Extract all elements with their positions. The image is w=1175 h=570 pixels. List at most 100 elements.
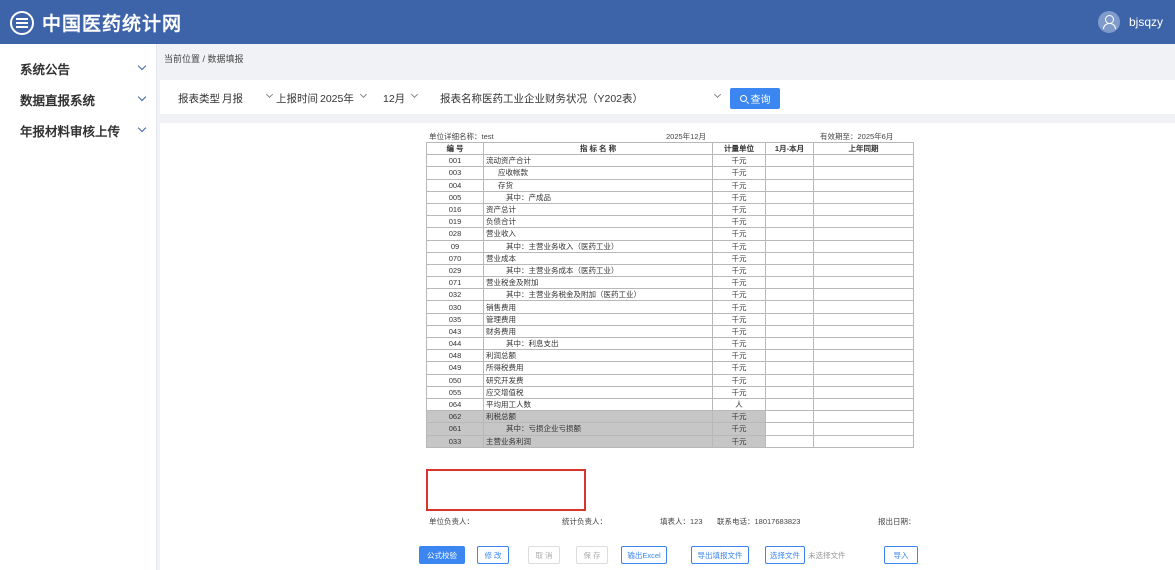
cell-prev-year-input[interactable] [813,349,914,363]
cell-ytd-input[interactable] [765,397,814,412]
cell-unit: 千元 [712,190,766,204]
cell-prev-year-input[interactable] [813,251,914,265]
cell-prev-year-input[interactable] [813,227,914,241]
cell-ytd-input[interactable] [765,154,814,168]
cell-ytd-input[interactable] [765,288,814,302]
import-button[interactable]: 导入 [884,546,918,564]
cell-prev-year-input[interactable] [813,397,914,412]
cell-code: 064 [426,397,484,412]
cell-unit: 千元 [712,349,766,363]
cell-ytd-input[interactable] [765,373,814,387]
cell-prev-year-input[interactable] [813,361,914,375]
cell-indicator-name: 其中：产成品 [483,190,713,204]
cell-prev-year-input[interactable] [813,215,914,229]
cell-ytd-input[interactable] [765,166,814,180]
cell-unit: 千元 [712,312,766,326]
site-logo[interactable]: 中国医药统计网 [10,9,182,36]
query-button[interactable]: 查询 [730,88,780,109]
table-row: 019 负债合计 千元 [426,215,914,229]
table-row: 048 利润总额 千元 [426,349,914,363]
export-excel-button[interactable]: 输出Excel [621,546,667,564]
cell-prev-year-input[interactable] [813,166,914,180]
cell-indicator-name: 销售费用 [483,300,713,314]
cell-prev-year-input[interactable] [813,324,914,339]
cell-prev-year-input[interactable] [813,154,914,168]
report-name-select[interactable]: 医药工业企业财务状况（Y202表） [482,88,722,107]
cell-code: 061 [426,422,484,436]
cell-unit: 千元 [712,324,766,339]
cell-indicator-name: 资产总计 [483,202,713,217]
cell-prev-year-input[interactable] [813,263,914,278]
table-row: 032 其中：主营业务税金及附加（医药工业） 千元 [426,288,914,302]
sidebar-item-announcements[interactable]: 系统公告 [0,53,157,83]
cell-indicator-name: 其中：利息支出 [483,336,713,351]
cell-ytd-input[interactable] [765,349,814,363]
table-row: 043 财务费用 千元 [426,324,914,339]
cell-prev-year-input[interactable] [813,300,914,314]
period-label: 上报时间 [276,93,318,105]
report-type-select[interactable]: 月报 [222,88,274,107]
cell-prev-year-input[interactable] [813,178,914,192]
user-menu[interactable]: bjsqzy [1097,11,1163,33]
cell-ytd-input[interactable] [765,410,814,424]
cell-ytd-input[interactable] [765,361,814,375]
cell-ytd-input[interactable] [765,434,814,448]
report-name-label: 报表名称 [440,93,482,105]
chevron-down-icon [410,90,419,99]
table-row: 044 其中：利息支出 千元 [426,336,914,351]
cell-prev-year-input[interactable] [813,202,914,217]
choose-file-button[interactable]: 选择文件 [765,546,805,564]
cell-ytd-input[interactable] [765,178,814,192]
cell-prev-year-input[interactable] [813,410,914,424]
sidebar-item-annual-upload[interactable]: 年报材料审核上传 [0,115,157,145]
cell-ytd-input[interactable] [765,263,814,278]
chevron-down-icon [265,90,274,99]
cell-prev-year-input[interactable] [813,373,914,387]
table-row: 061 其中：亏损企业亏损额 千元 [426,422,914,436]
report-period: 2025年12月 [666,132,707,141]
cell-ytd-input[interactable] [765,300,814,314]
formula-check-button[interactable]: 公式校验 [419,546,465,564]
edit-button[interactable]: 修 改 [477,546,509,564]
cell-ytd-input[interactable] [765,276,814,290]
cell-prev-year-input[interactable] [813,434,914,448]
cell-ytd-input[interactable] [765,422,814,436]
cell-prev-year-input[interactable] [813,288,914,302]
cell-ytd-input[interactable] [765,190,814,204]
cancel-button[interactable]: 取 消 [528,546,560,564]
cell-prev-year-input[interactable] [813,385,914,399]
cell-prev-year-input[interactable] [813,336,914,351]
cell-ytd-input[interactable] [765,227,814,241]
cell-code: 033 [426,434,484,448]
cell-unit: 千元 [712,251,766,265]
cell-ytd-input[interactable] [765,324,814,339]
cell-unit: 千元 [712,202,766,217]
cell-ytd-input[interactable] [765,336,814,351]
save-button[interactable]: 保 存 [576,546,608,564]
cell-ytd-input[interactable] [765,385,814,399]
year-select[interactable]: 2025年 [320,88,368,107]
cell-prev-year-input[interactable] [813,422,914,436]
cell-ytd-input[interactable] [765,202,814,217]
cell-code: 029 [426,263,484,278]
cell-prev-year-input[interactable] [813,276,914,290]
table-body: 001 流动资产合计 千元 003 应收帐款 千元 004 存货 千元 005 其中：产成品 千元 01… [426,154,914,448]
cell-prev-year-input[interactable] [813,239,914,253]
cell-prev-year-input[interactable] [813,190,914,204]
month-select[interactable]: 12月 [383,88,419,107]
cell-ytd-input[interactable] [765,215,814,229]
cell-ytd-input[interactable] [765,251,814,265]
sidebar-item-direct-report[interactable]: 数据直报系统 [0,84,157,114]
export-fill-file-button[interactable]: 导出填报文件 [691,546,749,564]
filter-bar: 报表类型 月报 上报时间 2025年 12月 报表名称 医药工业企业财务状况（Y… [160,80,1175,114]
cell-ytd-input[interactable] [765,312,814,326]
cell-code: 049 [426,361,484,375]
cell-code: 003 [426,166,484,180]
table-row: 016 资产总计 千元 [426,202,914,217]
report-name-value: 医药工业企业财务状况（Y202表） [482,93,644,105]
cell-ytd-input[interactable] [765,239,814,253]
cell-indicator-name: 财务费用 [483,324,713,339]
cell-prev-year-input[interactable] [813,312,914,326]
chevron-down-icon [137,123,147,133]
cell-code: 048 [426,349,484,363]
